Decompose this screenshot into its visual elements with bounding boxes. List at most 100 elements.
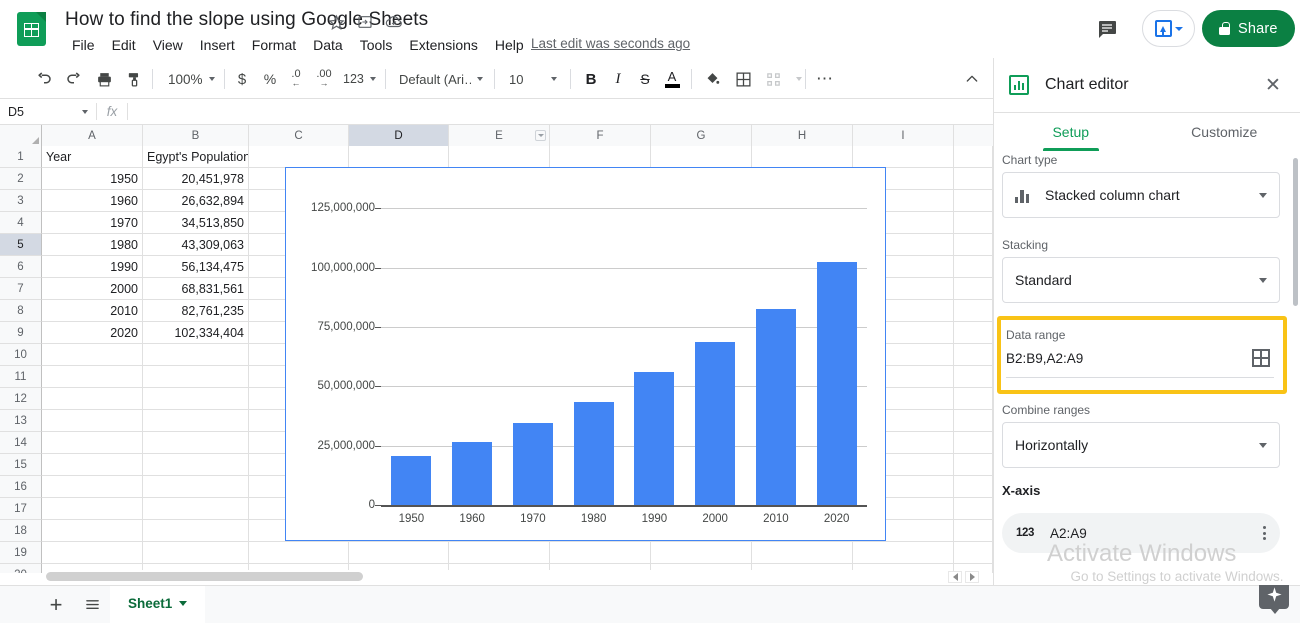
chart-bar-1960[interactable] [452,441,493,505]
cell-B16[interactable] [143,476,249,497]
row-header-10[interactable]: 10 [0,344,42,366]
row-header-14[interactable]: 14 [0,432,42,454]
tab-customize[interactable]: Customize [1148,113,1300,151]
decrease-decimal-icon[interactable]: .0 ← [283,66,309,92]
borders-icon[interactable] [730,66,756,92]
column-header-b[interactable]: B [143,125,249,146]
row-header-6[interactable]: 6 [0,256,42,278]
cell-undefined1[interactable] [954,146,993,167]
scroll-right-button[interactable] [965,571,979,583]
embedded-chart[interactable]: 0 25,000,000 50,000,000 75,000,000 100,000,0… [285,167,886,541]
cell-undefined15[interactable] [954,454,993,475]
select-data-range-icon[interactable] [1252,349,1270,367]
paint-format-icon[interactable] [121,66,147,92]
zoom-dropdown[interactable]: 100% [162,66,221,92]
comment-history-icon[interactable] [1095,17,1119,41]
row-header-18[interactable]: 18 [0,520,42,542]
row-header-20[interactable]: 20 [0,564,42,573]
row-header-11[interactable]: 11 [0,366,42,388]
cell-A14[interactable] [42,432,143,453]
column-e-dropdown-icon[interactable] [535,130,546,141]
cell-C1[interactable] [249,146,349,167]
cell-A1[interactable]: Year [42,146,143,167]
menu-data[interactable]: Data [305,34,351,56]
chart-bar-2000[interactable] [695,341,736,505]
cell-I19[interactable] [853,542,954,563]
cell-undefined6[interactable] [954,256,993,277]
add-sheet-icon[interactable]: + [38,586,74,623]
cell-D19[interactable] [349,542,449,563]
chart-bar-2020[interactable] [816,262,857,505]
cell-undefined2[interactable] [954,168,993,189]
cell-undefined4[interactable] [954,212,993,233]
data-range-value[interactable]: B2:B9,A2:A9 [1006,351,1083,366]
cell-A7[interactable]: 2000 [42,278,143,299]
name-box[interactable]: D5 [0,99,96,124]
cell-undefined7[interactable] [954,278,993,299]
menu-edit[interactable]: Edit [104,34,144,56]
sheet-tab-sheet1[interactable]: Sheet1 [110,585,206,623]
cloud-saved-icon[interactable] [384,12,404,32]
cell-G19[interactable] [651,542,752,563]
row-header-17[interactable]: 17 [0,498,42,520]
cell-B17[interactable] [143,498,249,519]
more-options-icon[interactable]: ⋯ [812,66,838,92]
row-header-7[interactable]: 7 [0,278,42,300]
cell-B19[interactable] [143,542,249,563]
cell-A16[interactable] [42,476,143,497]
cell-B8[interactable]: 82,761,235 [143,300,249,321]
x-axis-chip[interactable]: 123 A2:A9 [1002,513,1280,553]
stacking-select[interactable]: Standard [1002,257,1280,303]
cell-A3[interactable]: 1960 [42,190,143,211]
cell-undefined9[interactable] [954,322,993,343]
cell-B2[interactable]: 20,451,978 [143,168,249,189]
cell-undefined8[interactable] [954,300,993,321]
cell-D1[interactable] [349,146,449,167]
cell-undefined18[interactable] [954,520,993,541]
cell-B10[interactable] [143,344,249,365]
cell-H19[interactable] [752,542,853,563]
star-icon[interactable] [326,12,346,32]
cell-B15[interactable] [143,454,249,475]
combine-ranges-select[interactable]: Horizontally [1002,422,1280,468]
cell-B9[interactable]: 102,334,404 [143,322,249,343]
cell-undefined10[interactable] [954,344,993,365]
row-header-13[interactable]: 13 [0,410,42,432]
menu-insert[interactable]: Insert [192,34,243,56]
row-header-2[interactable]: 2 [0,168,42,190]
menu-file[interactable]: File [64,34,103,56]
cell-G1[interactable] [651,146,752,167]
cell-A11[interactable] [42,366,143,387]
more-vert-icon[interactable] [1263,526,1266,540]
select-all-corner[interactable] [0,125,42,146]
cell-E19[interactable] [449,542,550,563]
cell-F1[interactable] [550,146,651,167]
undo-icon[interactable] [31,66,57,92]
row-header-5[interactable]: 5 [0,234,42,256]
cell-B3[interactable]: 26,632,894 [143,190,249,211]
row-header-1[interactable]: 1 [0,146,42,168]
cell-B14[interactable] [143,432,249,453]
increase-decimal-icon[interactable]: .00 → [311,66,337,92]
collapse-toolbar-icon[interactable] [959,66,985,92]
text-color-button[interactable]: A [659,66,685,92]
menu-format[interactable]: Format [244,34,304,56]
row-header-4[interactable]: 4 [0,212,42,234]
column-header-d[interactable]: D [349,125,449,146]
menu-tools[interactable]: Tools [352,34,401,56]
chart-bar-1950[interactable] [391,456,432,505]
row-header-3[interactable]: 3 [0,190,42,212]
menu-view[interactable]: View [145,34,191,56]
cell-F19[interactable] [550,542,651,563]
cell-A9[interactable]: 2020 [42,322,143,343]
cell-A2[interactable]: 1950 [42,168,143,189]
currency-format-icon[interactable]: $ [229,66,255,92]
column-header-e[interactable]: E [449,125,550,146]
cell-A6[interactable]: 1990 [42,256,143,277]
cell-undefined17[interactable] [954,498,993,519]
number-format-dropdown[interactable]: 123 [340,66,379,92]
column-header-a[interactable]: A [42,125,143,146]
cell-B11[interactable] [143,366,249,387]
cell-A10[interactable] [42,344,143,365]
present-button[interactable] [1142,10,1195,47]
